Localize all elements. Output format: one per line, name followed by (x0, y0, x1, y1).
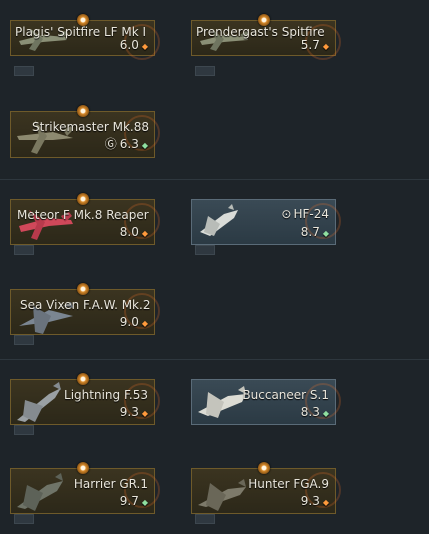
battle-rating: 9.3 ◆ (300, 494, 329, 508)
vehicle-name: Meteor F Mk.8 Reaper (17, 208, 149, 222)
premium-medal-icon (76, 373, 89, 385)
green-diamond-icon: ◆ (141, 498, 148, 507)
vehicle-name: ⊙ HF-24 (281, 207, 329, 221)
battle-rating: 5.7 ◆ (300, 38, 329, 52)
crew-slot-icon (195, 66, 215, 76)
crew-slot-icon (14, 425, 34, 435)
battle-rating: 8.0 ◆ (119, 225, 148, 239)
green-diamond-icon: ◆ (322, 409, 329, 418)
battle-rating: 9.7 ◆ (119, 494, 148, 508)
vehicle-card-hf-24[interactable]: ⊙ HF-24 8.7 ◆ (191, 199, 341, 245)
battle-rating: Ⓖ 6.3 ◆ (104, 137, 148, 151)
gaijin-coin-icon: Ⓖ (104, 137, 117, 151)
orange-diamond-icon: ◆ (141, 229, 148, 238)
vehicle-name: Harrier GR.1 (73, 477, 148, 491)
premium-medal-icon (76, 193, 89, 205)
premium-medal-icon (76, 462, 89, 474)
premium-medal-icon (76, 283, 89, 295)
squadron-icon: ⊙ (281, 207, 292, 221)
aircraft-icon (17, 473, 63, 511)
aircraft-icon (200, 204, 238, 236)
vehicle-card-harrier[interactable]: Harrier GR.1 9.7 ◆ (10, 462, 160, 514)
vehicle-card-plagis-spitfire[interactable]: Plagis' Spitfire LF Mk I 6.0 ◆ (10, 14, 160, 60)
vehicle-card-strikemaster[interactable]: Strikemaster Mk.88 Ⓖ 6.3 ◆ (10, 105, 160, 158)
vehicle-name: Buccaneer S.1 (242, 388, 329, 402)
battle-rating: 9.3 ◆ (119, 405, 148, 419)
vehicle-name: Sea Vixen F.A.W. Mk.2 (20, 298, 151, 312)
battle-rating: 6.0 ◆ (119, 38, 148, 52)
vehicle-card-hunter[interactable]: Hunter FGA.9 9.3 ◆ (191, 462, 341, 514)
vehicle-name: Plagis' Spitfire LF Mk I (15, 25, 146, 39)
crew-slot-icon (195, 245, 215, 255)
vehicle-card-lightning[interactable]: Lightning F.53 9.3 ◆ (10, 373, 160, 425)
battle-rating: 9.0 ◆ (119, 315, 148, 329)
vehicle-name: Strikemaster Mk.88 (32, 120, 150, 134)
vehicle-card-prendergast-spitfire[interactable]: Prendergast's Spitfire 5.7 ◆ (191, 14, 341, 60)
orange-diamond-icon: ◆ (322, 498, 329, 507)
crew-slot-icon (14, 335, 34, 345)
vehicle-name: Hunter FGA.9 (248, 477, 329, 491)
battle-rating: 8.7 ◆ (300, 225, 329, 239)
orange-diamond-icon: ◆ (141, 409, 148, 418)
green-diamond-icon: ◆ (141, 141, 148, 150)
rank-divider (0, 179, 429, 180)
vehicle-card-buccaneer[interactable]: Buccaneer S.1 8.3 ◆ (191, 379, 341, 425)
crew-slot-icon (14, 514, 34, 524)
aircraft-icon (198, 479, 246, 511)
crew-slot-icon (195, 514, 215, 524)
orange-diamond-icon: ◆ (322, 42, 329, 51)
vehicle-name: Lightning F.53 (64, 388, 148, 402)
aircraft-icon (17, 382, 61, 422)
orange-diamond-icon: ◆ (141, 319, 148, 328)
premium-medal-icon (257, 462, 270, 474)
green-diamond-icon: ◆ (322, 229, 329, 238)
battle-rating: 8.3 ◆ (300, 405, 329, 419)
crew-slot-icon (14, 245, 34, 255)
orange-diamond-icon: ◆ (141, 42, 148, 51)
vehicle-card-meteor-reaper[interactable]: Meteor F Mk.8 Reaper 8.0 ◆ (10, 193, 160, 245)
vehicle-name: Prendergast's Spitfire (196, 25, 325, 39)
vehicle-card-sea-vixen[interactable]: Sea Vixen F.A.W. Mk.2 9.0 ◆ (10, 283, 160, 335)
crew-slot-icon (14, 66, 34, 76)
rank-divider (0, 359, 429, 360)
